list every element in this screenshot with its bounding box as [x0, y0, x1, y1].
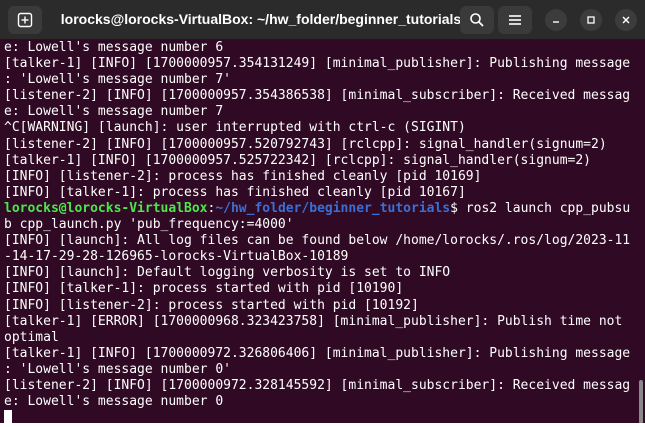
terminal-line: [listener-2] [INFO] [1700000972.32814559… [4, 377, 631, 393]
title-bar: lorocks@lorocks-VirtualBox: ~/hw_folder/… [0, 0, 645, 40]
prompt-symbol: $ [450, 200, 466, 216]
prompt-command: ros2 launch cpp_pubsu [465, 200, 631, 216]
terminal-line: [INFO] [listener-2]: process started wit… [4, 297, 419, 313]
terminal-line: e: Lowell's message number 7 [4, 104, 224, 120]
minimize-icon [553, 21, 559, 23]
search-button[interactable] [460, 6, 494, 34]
terminal-line: [talker-1] [INFO] [1700000957.354131249]… [4, 56, 631, 72]
terminal-line: [INFO] [talker-1]: process has finished … [4, 184, 466, 200]
hamburger-menu-icon [509, 15, 521, 25]
terminal-line: [talker-1] [INFO] [1700000957.525722342]… [4, 152, 591, 168]
terminal-line: [talker-1] [INFO] [1700000972.326806406]… [4, 345, 631, 361]
terminal-line: -14-17-29-28-126965-lorocks-VirtualBox-1… [4, 249, 349, 265]
terminal-line: [INFO] [launch]: All log files can be fo… [4, 233, 631, 249]
terminal-line: : 'Lowell's message number 0' [4, 361, 231, 377]
terminal-line: optimal [4, 329, 59, 345]
terminal-line: e: Lowell's message number 6 [4, 40, 224, 55]
maximize-button[interactable] [580, 9, 602, 31]
terminal-line: [talker-1] [ERROR] [1700000968.323423758… [4, 313, 623, 329]
prompt-line: lorocks@lorocks-VirtualBox:~/hw_folder/b… [4, 201, 638, 217]
window-title: lorocks@lorocks-VirtualBox: ~/hw_folder/… [60, 11, 462, 27]
minimize-button[interactable] [545, 9, 567, 31]
scrollbar[interactable] [639, 380, 643, 424]
maximize-icon [587, 16, 595, 24]
terminal-line: [listener-2] [INFO] [1700000957.35438653… [4, 88, 631, 104]
terminal-output[interactable]: e: Lowell's message number 6 [talker-1] … [0, 40, 638, 427]
terminal-line: [INFO] [launch]: Default logging verbosi… [4, 265, 451, 281]
terminal-line: [INFO] [talker-1]: process started with … [4, 281, 404, 297]
search-icon [470, 13, 484, 27]
terminal-window: lorocks@lorocks-VirtualBox: ~/hw_folder/… [0, 0, 645, 427]
terminal-line: e: Lowell's message number 0 [4, 394, 224, 410]
bottom-edge [0, 423, 645, 427]
terminal-line: ^C[WARNING] [launch]: user interrupted w… [4, 120, 466, 136]
menu-button[interactable] [498, 6, 532, 34]
prompt-user-host: lorocks@lorocks-VirtualBox [4, 200, 208, 216]
prompt-path: ~/hw_folder/beginner_tutorials [215, 200, 451, 216]
close-button[interactable] [615, 9, 637, 31]
terminal-line: [listener-2] [INFO] [1700000957.52079274… [4, 136, 607, 152]
close-icon [622, 16, 630, 24]
new-tab-icon [17, 12, 33, 28]
terminal-line: : 'Lowell's message number 7' [4, 72, 231, 88]
terminal-line: b cpp_launch.py 'pub_frequency:=4000' [4, 217, 294, 233]
terminal-line: [INFO] [listener-2]: process has finishe… [4, 168, 482, 184]
new-tab-button[interactable] [8, 6, 42, 34]
